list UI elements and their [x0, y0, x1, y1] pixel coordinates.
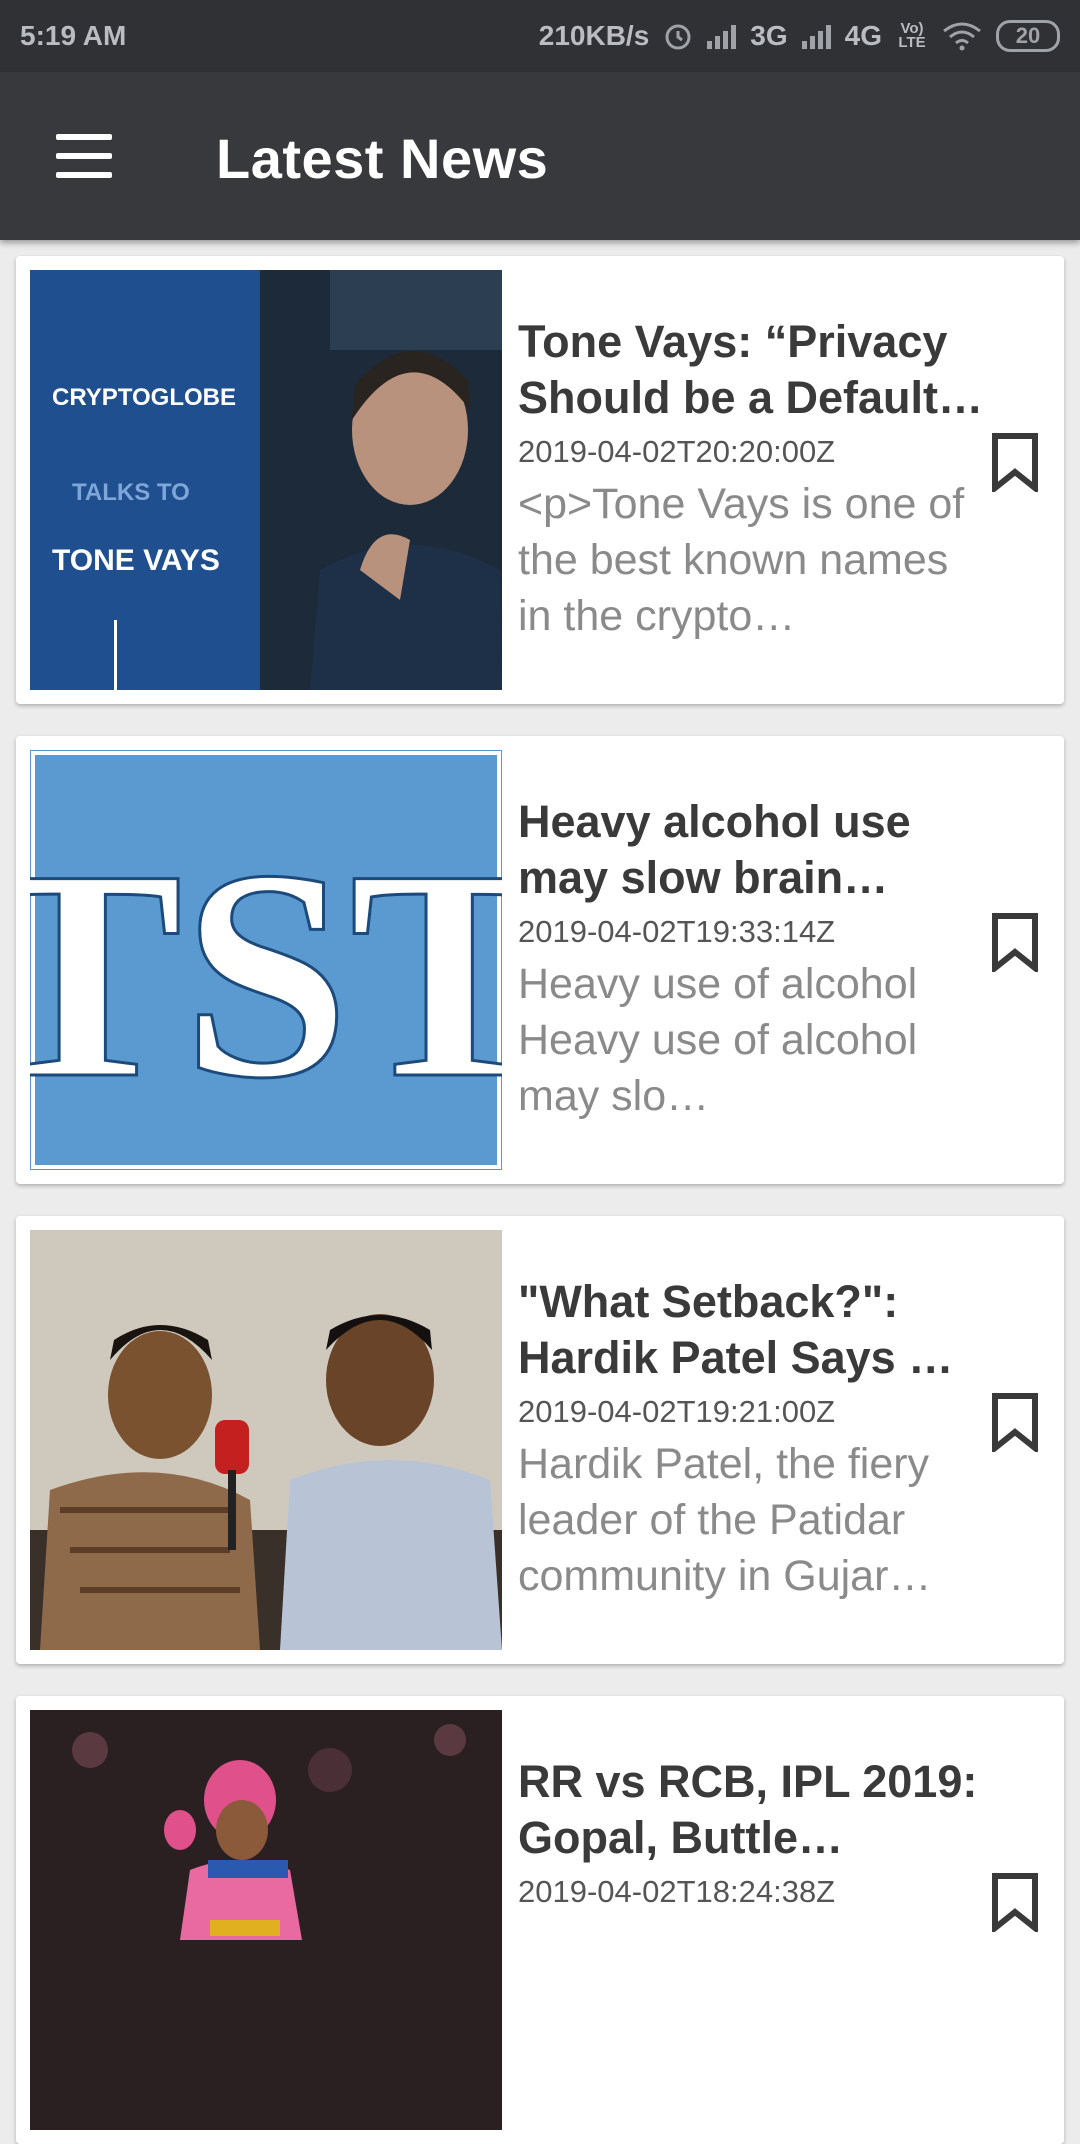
thumb-text-3: TONE VAYS [52, 544, 220, 577]
news-thumbnail [30, 1710, 502, 2130]
app-bar: Latest News [0, 72, 1080, 240]
volte-label: Vo) LTE [898, 20, 926, 51]
news-title[interactable]: RR vs RCB, IPL 2019: Gopal, Buttle… [518, 1754, 988, 1866]
news-card[interactable]: "What Setback?": Hardik Patel Says … 201… [16, 1216, 1064, 1664]
news-card[interactable]: CRYPTOGLOBE TALKS TO TONE VAYS Tone Vays… [16, 256, 1064, 704]
thumb-text-1: TST [30, 808, 502, 1140]
network-type-2: 4G [844, 20, 882, 51]
news-title[interactable]: Heavy alcohol use may slow brain… [518, 794, 988, 906]
news-thumbnail: TST [30, 750, 502, 1170]
news-text: Heavy alcohol use may slow brain… 2019-0… [518, 794, 988, 1124]
bookmark-icon[interactable] [990, 1872, 1040, 1932]
alarm-icon [665, 24, 691, 50]
battery-icon: 20 [996, 20, 1060, 52]
wifi-icon [943, 22, 981, 51]
bookmark-icon[interactable] [990, 1392, 1040, 1452]
status-time: 5:19 AM [20, 20, 127, 51]
news-date: 2019-04-02T20:20:00Z [518, 434, 836, 469]
news-description: <p>Tone Vays is one of the best known na… [518, 480, 965, 640]
network-type-1: 3G [750, 20, 788, 51]
bookmark-icon[interactable] [990, 432, 1040, 492]
bookmark-icon[interactable] [990, 912, 1040, 972]
news-thumbnail: CRYPTOGLOBE TALKS TO TONE VAYS [30, 270, 502, 690]
page-title: Latest News [216, 127, 549, 190]
network-speed: 210KB/s [538, 20, 650, 51]
news-date: 2019-04-02T19:21:00Z [518, 1394, 836, 1429]
signal-icon-2 [801, 23, 831, 49]
battery-level: 20 [1015, 23, 1041, 48]
news-text: Tone Vays: “Privacy Should be a Default…… [518, 314, 988, 644]
news-card[interactable]: TST Heavy alcohol use may slow brain… 20… [16, 736, 1064, 1184]
status-bar: 5:19 AM 210KB/s 3G 4G Vo) LTE 20 [0, 0, 1080, 72]
news-description: Hardik Patel, the fiery leader of the Pa… [518, 1440, 932, 1600]
news-description: Heavy use of alcohol Heavy use of alcoho… [518, 960, 918, 1120]
hamburger-menu-icon[interactable] [56, 134, 112, 178]
news-thumbnail [30, 1230, 502, 1650]
news-text: "What Setback?": Hardik Patel Says … 201… [518, 1274, 988, 1604]
news-title[interactable]: "What Setback?": Hardik Patel Says … [518, 1274, 988, 1386]
status-icons: 210KB/s 3G 4G Vo) LTE 20 [539, 20, 1060, 52]
news-date: 2019-04-02T18:24:38Z [518, 1874, 836, 1909]
thumb-text-2: TALKS TO [72, 479, 190, 506]
news-text: RR vs RCB, IPL 2019: Gopal, Buttle… 2019… [518, 1754, 988, 1916]
news-date: 2019-04-02T19:33:14Z [518, 914, 836, 949]
signal-icon-1 [707, 23, 737, 49]
news-card[interactable]: RR vs RCB, IPL 2019: Gopal, Buttle… 2019… [16, 1696, 1064, 2144]
news-title[interactable]: Tone Vays: “Privacy Should be a Default… [518, 314, 988, 426]
thumb-text-1: CRYPTOGLOBE [52, 384, 236, 411]
